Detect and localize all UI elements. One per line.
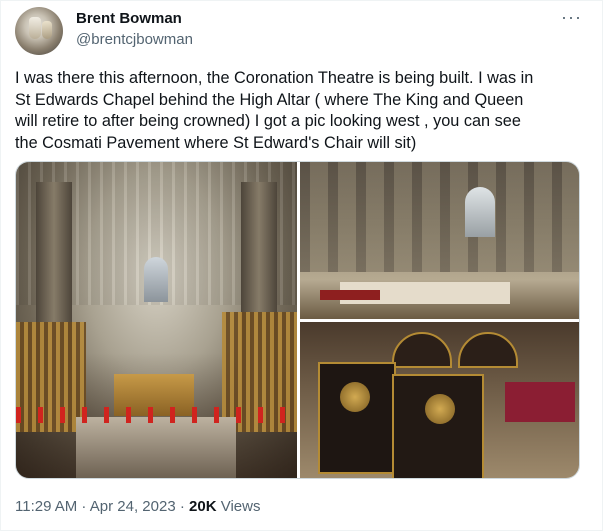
author-name[interactable]: Brent Bowman — [76, 10, 182, 27]
avatar[interactable] — [15, 7, 63, 55]
pavement — [76, 417, 236, 478]
meta-separator: · — [77, 498, 90, 515]
window — [144, 257, 168, 302]
more-options-icon[interactable]: ··· — [561, 7, 582, 28]
arches — [300, 162, 579, 272]
red-seating — [320, 290, 380, 300]
views-count[interactable]: 20K — [189, 498, 217, 515]
photo-chapel[interactable] — [300, 162, 579, 319]
tweet-text: I was there this afternoon, the Coronati… — [15, 69, 534, 152]
photo-thrones[interactable] — [300, 322, 579, 478]
cushion — [505, 382, 575, 422]
chair-back — [392, 332, 452, 368]
chair — [392, 374, 484, 478]
chair-back — [458, 332, 518, 368]
avatar-glass-icon — [29, 17, 41, 39]
photo-nave-looking-west[interactable] — [16, 162, 297, 478]
views-label: Views — [216, 498, 261, 515]
crest-icon — [340, 382, 370, 412]
media-grid — [15, 161, 580, 479]
candles — [16, 407, 297, 423]
meta-separator: · — [175, 498, 190, 515]
avatar-glass-icon — [42, 21, 52, 39]
tweet-meta: 11:29 AM · Apr 24, 2023 · 20K Views — [15, 498, 260, 515]
chair — [318, 362, 396, 474]
west-window — [465, 187, 495, 237]
author-handle[interactable]: @brentcjbowman — [76, 31, 193, 48]
tweet-time[interactable]: 11:29 AM — [15, 498, 77, 515]
crest-icon — [425, 394, 455, 424]
tweet-date[interactable]: Apr 24, 2023 — [90, 498, 176, 515]
tweet-card: Brent Bowman @brentcjbowman ··· I was th… — [0, 0, 603, 531]
